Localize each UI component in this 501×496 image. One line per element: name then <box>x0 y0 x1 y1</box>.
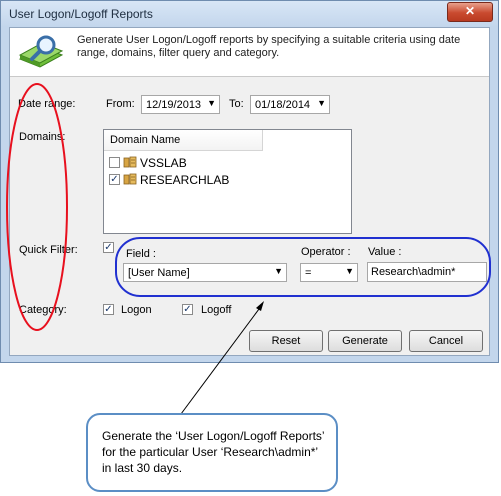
callout-note: Generate the ‘User Logon/Logoff Reports’… <box>86 413 338 492</box>
callout-note-text: Generate the ‘User Logon/Logoff Reports’… <box>102 429 325 475</box>
callout-arrow-line <box>177 304 263 419</box>
red-highlight-ellipse <box>6 83 68 331</box>
callout-arrowhead <box>256 301 264 311</box>
blue-highlight-outline <box>115 237 491 297</box>
